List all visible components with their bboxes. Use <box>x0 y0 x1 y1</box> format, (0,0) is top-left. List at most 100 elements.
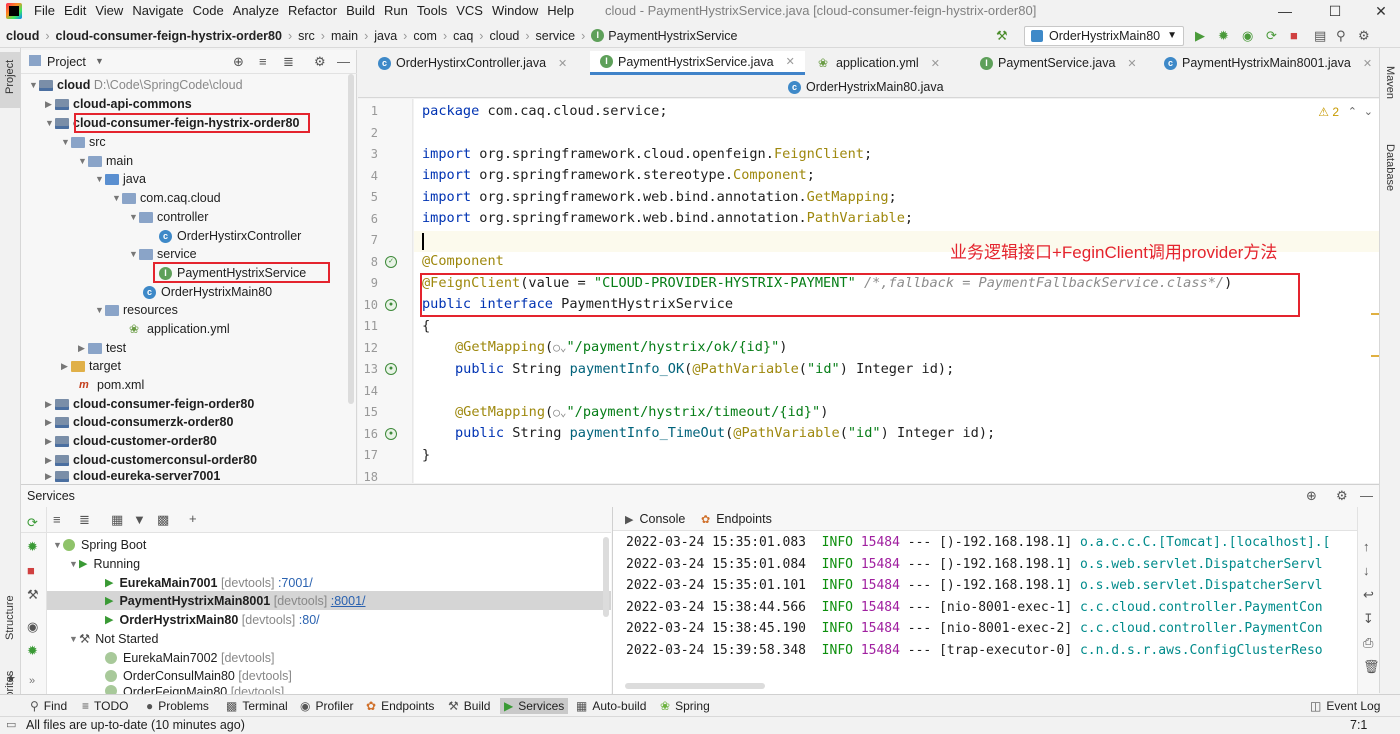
menu-run[interactable]: Run <box>384 3 408 18</box>
tree-item-application-yml[interactable]: ❀ application.yml <box>129 320 230 338</box>
add-service-icon[interactable]: + <box>189 511 197 526</box>
caret-position[interactable]: 7:1 <box>1350 718 1367 732</box>
tree-item-src[interactable]: ▼ src <box>61 133 106 151</box>
services-scrollbar[interactable] <box>603 537 609 617</box>
service-eureka-7001[interactable]: ▶ EurekaMain7001 [devtools] :7001/ <box>105 573 313 592</box>
menu-tools[interactable]: Tools <box>417 3 447 18</box>
tool-problems[interactable]: ● Problems <box>142 698 213 714</box>
debug-icon[interactable]: ✹ <box>27 539 38 555</box>
tree-item-customerconsul[interactable]: ▶ cloud-customerconsul-order80 <box>45 451 257 469</box>
spring-bean-icon[interactable]: ✓ <box>385 256 397 268</box>
menu-build[interactable]: Build <box>346 3 375 18</box>
new-tab-icon[interactable]: ▩ <box>157 512 169 528</box>
arrow-up-icon[interactable]: ↑ <box>1363 539 1370 554</box>
breadcrumb-java[interactable]: java <box>374 29 397 43</box>
breadcrumb-cloud[interactable]: cloud <box>489 29 519 43</box>
collapse-all-icon[interactable]: ≣ <box>79 512 90 528</box>
more-icon[interactable]: » <box>29 675 35 687</box>
service-payment-8001[interactable]: ▶ PaymentHystrixMain8001 [devtools] :8001… <box>105 591 366 610</box>
search-everywhere-icon[interactable]: ⚲ <box>1336 28 1346 44</box>
tree-item-cloud-api-commons[interactable]: ▶ cloud-api-commons <box>45 95 192 113</box>
close-icon[interactable]: ✕ <box>931 57 940 70</box>
tool-find[interactable]: ⚲ Find <box>26 698 71 714</box>
tool-profiler[interactable]: ◉ Profiler <box>296 698 358 714</box>
structure-tool-label[interactable]: Structure <box>4 595 16 640</box>
arrow-down-icon[interactable]: ↓ <box>1363 563 1370 578</box>
tab-payment-service[interactable]: I PaymentService.java ✕ <box>970 51 1147 75</box>
tab-payment-hystrix-main[interactable]: c PaymentHystrixMain8001.java ✕ <box>1154 51 1382 75</box>
maximize-button[interactable]: ☐ <box>1312 0 1358 22</box>
tree-spring-boot[interactable]: ▼ Spring Boot <box>53 535 146 554</box>
project-view-selector[interactable]: Project <box>47 55 86 69</box>
tree-item-controller[interactable]: ▼ controller <box>129 208 208 226</box>
tree-item-main[interactable]: ▼ main <box>78 152 133 170</box>
project-structure-icon[interactable]: ▤ <box>1314 28 1326 44</box>
service-order-consul[interactable]: OrderConsulMain80 [devtools] <box>105 666 292 685</box>
minimize-button[interactable]: — <box>1262 0 1308 22</box>
hide-panel-icon[interactable]: — <box>337 54 350 69</box>
profile-icon[interactable]: ⟳ <box>1266 28 1277 44</box>
tool-todo[interactable]: ≡ TODO <box>78 698 132 714</box>
tab-console[interactable]: ▶ Console <box>625 512 685 526</box>
tree-not-started[interactable]: ▼ ⚒ Not Started <box>69 629 158 648</box>
close-icon[interactable]: ✕ <box>558 57 567 70</box>
run-icon[interactable]: ▶ <box>1195 28 1205 44</box>
tab-endpoints[interactable]: ✿ Endpoints <box>701 512 772 526</box>
menu-navigate[interactable]: Navigate <box>132 3 183 18</box>
settings-icon[interactable]: ⚙ <box>1358 28 1370 44</box>
menu-analyze[interactable]: Analyze <box>233 3 279 18</box>
breadcrumb-main[interactable]: main <box>331 29 358 43</box>
status-icon[interactable]: ▭ <box>6 718 16 731</box>
tree-item-service[interactable]: ▼ service <box>129 245 197 263</box>
coverage-icon[interactable]: ◉ <box>1242 28 1253 44</box>
soft-wrap-icon[interactable]: ↩ <box>1363 587 1374 603</box>
tree-item-cloud[interactable]: ▼ cloud D:\Code\SpringCode\cloud <box>29 76 243 94</box>
breadcrumb-com[interactable]: com <box>413 29 437 43</box>
project-scrollbar[interactable] <box>348 74 354 404</box>
filter-icon[interactable]: ▼ <box>133 512 146 527</box>
tree-item-java[interactable]: ▼ java <box>95 170 146 188</box>
breadcrumb-file[interactable]: PaymentHystrixService <box>608 29 737 43</box>
warning-indicator[interactable]: ⚠ 2 <box>1318 105 1339 119</box>
scroll-to-end-icon[interactable]: ↧ <box>1363 611 1374 627</box>
hide-panel-icon[interactable]: — <box>1360 488 1373 503</box>
database-tool-label[interactable]: Database <box>1384 144 1396 191</box>
console-output[interactable]: 2022-03-24 15:35:01.083 INFO 15484 --- [… <box>613 531 1353 678</box>
menu-file[interactable]: File <box>34 3 55 18</box>
breadcrumb-module[interactable]: cloud-consumer-feign-hystrix-order80 <box>56 29 282 43</box>
tab-order-hystrix-main[interactable]: c OrderHystrixMain80.java <box>778 75 954 99</box>
wrench-icon[interactable]: ⚒ <box>27 587 39 603</box>
menu-view[interactable]: View <box>95 3 123 18</box>
tree-item-eureka-server[interactable]: ▶ cloud-eureka-server7001 <box>45 469 220 483</box>
menu-window[interactable]: Window <box>492 3 538 18</box>
chevron-down-icon[interactable]: ⌄ <box>1364 105 1373 118</box>
stop-icon[interactable]: ■ <box>27 563 35 578</box>
close-icon[interactable]: ✕ <box>786 55 795 68</box>
tool-build[interactable]: ⚒ Build <box>444 698 494 714</box>
breadcrumb-project[interactable]: cloud <box>6 29 39 43</box>
build-hammer-icon[interactable]: ⚒ <box>996 28 1008 44</box>
console-hscrollbar[interactable] <box>625 683 765 689</box>
menu-refactor[interactable]: Refactor <box>288 3 337 18</box>
tree-item-main-class[interactable]: c OrderHystrixMain80 <box>143 283 272 301</box>
close-window-button[interactable]: ✕ <box>1358 0 1400 22</box>
endpoint-icon[interactable]: ● <box>385 428 397 440</box>
chevron-up-icon[interactable]: ⌃ <box>1348 105 1357 118</box>
menu-vcs[interactable]: VCS <box>456 3 483 18</box>
tree-running[interactable]: ▼ ▶ Running <box>69 554 140 573</box>
expand-all-icon[interactable]: ≡ <box>53 512 61 527</box>
status-message[interactable]: All files are up-to-date (10 minutes ago… <box>26 718 245 732</box>
trash-icon[interactable]: 🗑 <box>1363 659 1380 675</box>
close-icon[interactable]: ✕ <box>1363 57 1372 70</box>
tool-auto-build[interactable]: ▦ Auto-build <box>572 698 650 714</box>
tree-item-consumerzk[interactable]: ▶ cloud-consumerzk-order80 <box>45 413 233 431</box>
menu-code[interactable]: Code <box>193 3 224 18</box>
debug-icon[interactable]: ✹ <box>1218 28 1229 44</box>
tree-item-customer[interactable]: ▶ cloud-customer-order80 <box>45 432 217 450</box>
tab-application-yml[interactable]: ❀ application.yml ✕ <box>808 51 950 75</box>
code-editor[interactable]: ⚠ 2 ⌃ ⌄ package com.caq.cloud.service; i… <box>414 99 1379 483</box>
breadcrumb-src[interactable]: src <box>298 29 315 43</box>
tree-item-consumer-feign[interactable]: ▶ cloud-consumer-feign-order80 <box>45 395 254 413</box>
tree-item-resources[interactable]: ▼ resources <box>95 301 178 319</box>
breadcrumb-service[interactable]: service <box>536 29 576 43</box>
